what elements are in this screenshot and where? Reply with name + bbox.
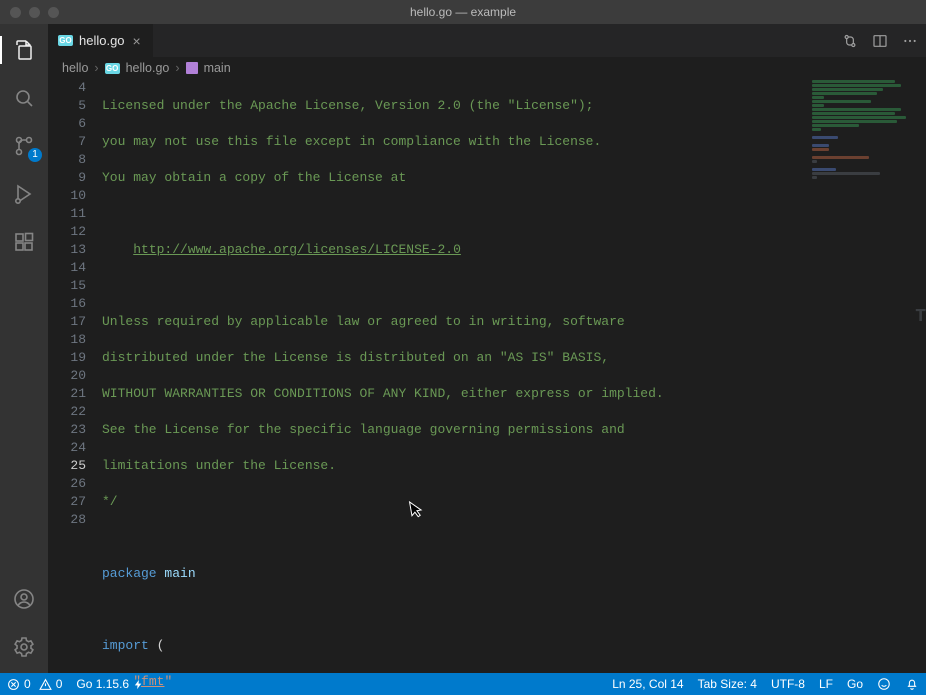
status-problems[interactable]: 0 0 [0,673,69,695]
symbol-icon [186,62,198,74]
warning-icon [39,678,52,691]
window-title: hello.go — example [0,5,926,19]
scm-badge: 1 [28,148,42,162]
go-file-icon: GO [105,63,120,74]
error-icon [7,678,20,691]
close-tab-icon[interactable]: × [131,33,143,49]
line-number-gutter: 4567891011121314151617181920212223242526… [48,79,102,673]
breadcrumb-folder[interactable]: hello [62,61,88,75]
status-eol[interactable]: LF [812,673,840,695]
run-debug-icon[interactable] [0,174,48,214]
chevron-right-icon: › [175,61,179,75]
activity-bar: 1 [0,24,48,673]
status-bell-icon[interactable] [898,673,926,695]
tab-bar: GO hello.go × [48,24,926,57]
status-language[interactable]: Go [840,673,870,695]
compare-changes-icon[interactable] [842,33,858,49]
split-editor-icon[interactable] [872,33,888,49]
status-feedback-icon[interactable] [870,673,898,695]
source-control-icon[interactable]: 1 [0,126,48,166]
extensions-icon[interactable] [0,222,48,262]
more-actions-icon[interactable] [902,33,918,49]
accounts-icon[interactable] [0,579,48,619]
settings-gear-icon[interactable] [0,627,48,667]
titlebar: hello.go — example [0,0,926,24]
go-file-icon: GO [58,35,73,46]
minimap[interactable]: T [808,79,926,673]
breadcrumb-symbol[interactable]: main [204,61,231,75]
breadcrumb-file[interactable]: hello.go [126,61,170,75]
search-icon[interactable] [0,78,48,118]
code-editor[interactable]: 4567891011121314151617181920212223242526… [48,79,926,673]
tab-hello-go[interactable]: GO hello.go × [48,24,154,57]
breadcrumb[interactable]: hello › GO hello.go › main [48,57,926,79]
tab-label: hello.go [79,33,125,48]
explorer-icon[interactable] [0,30,48,70]
chevron-right-icon: › [94,61,98,75]
code-content[interactable]: Licensed under the Apache License, Versi… [102,79,808,673]
